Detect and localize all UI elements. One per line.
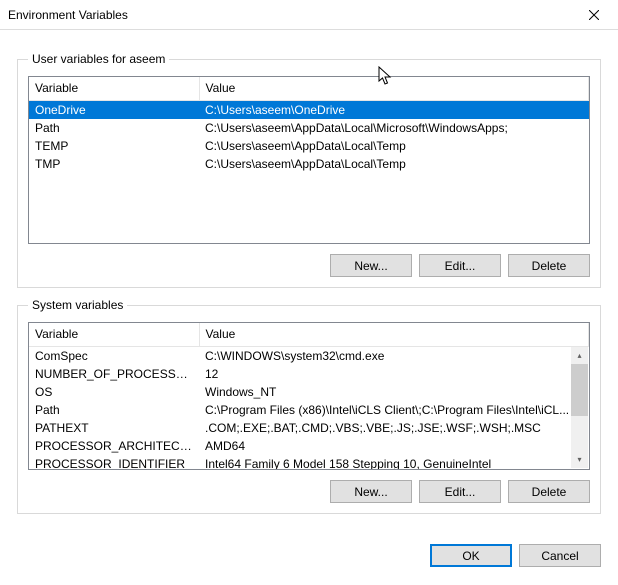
sys-edit-button[interactable]: Edit...: [419, 480, 501, 503]
cell-value: C:\Users\aseem\AppData\Local\Microsoft\W…: [199, 119, 589, 137]
cell-value: .COM;.EXE;.BAT;.CMD;.VBS;.VBE;.JS;.JSE;.…: [199, 419, 589, 437]
cell-value: Windows_NT: [199, 383, 589, 401]
table-row[interactable]: PathC:\Users\aseem\AppData\Local\Microso…: [29, 119, 589, 137]
user-variables-group: User variables for aseem Variable Value …: [17, 52, 601, 288]
sys-new-button[interactable]: New...: [330, 480, 412, 503]
table-row[interactable]: PathC:\Program Files (x86)\Intel\iCLS Cl…: [29, 401, 589, 419]
system-variables-group: System variables Variable Value ComSpecC…: [17, 298, 601, 514]
table-row[interactable]: PROCESSOR_IDENTIFIERIntel64 Family 6 Mod…: [29, 455, 589, 471]
cell-variable: NUMBER_OF_PROCESSORS: [29, 365, 199, 383]
sys-col-variable[interactable]: Variable: [29, 323, 199, 346]
dialog-content: User variables for aseem Variable Value …: [0, 30, 618, 534]
cell-value: C:\Program Files (x86)\Intel\iCLS Client…: [199, 401, 589, 419]
cell-variable: TMP: [29, 155, 199, 173]
table-row[interactable]: ComSpecC:\WINDOWS\system32\cmd.exe: [29, 346, 589, 365]
user-variables-table[interactable]: Variable Value OneDriveC:\Users\aseem\On…: [28, 76, 590, 244]
sys-button-row: New... Edit... Delete: [28, 480, 590, 503]
user-edit-button[interactable]: Edit...: [419, 254, 501, 277]
cell-value: C:\Users\aseem\AppData\Local\Temp: [199, 155, 589, 173]
cell-value: C:\Users\aseem\AppData\Local\Temp: [199, 137, 589, 155]
user-button-row: New... Edit... Delete: [28, 254, 590, 277]
table-row[interactable]: TEMPC:\Users\aseem\AppData\Local\Temp: [29, 137, 589, 155]
scroll-up-icon[interactable]: ▴: [571, 347, 588, 364]
close-button[interactable]: [571, 1, 616, 29]
user-delete-button[interactable]: Delete: [508, 254, 590, 277]
table-row[interactable]: PATHEXT.COM;.EXE;.BAT;.CMD;.VBS;.VBE;.JS…: [29, 419, 589, 437]
cell-variable: OneDrive: [29, 100, 199, 119]
user-col-variable[interactable]: Variable: [29, 77, 199, 100]
system-variables-table[interactable]: Variable Value ComSpecC:\WINDOWS\system3…: [28, 322, 590, 470]
cancel-button[interactable]: Cancel: [519, 544, 601, 567]
cell-variable: ComSpec: [29, 346, 199, 365]
cell-variable: OS: [29, 383, 199, 401]
dialog-footer: OK Cancel: [0, 538, 618, 567]
table-row[interactable]: OneDriveC:\Users\aseem\OneDrive: [29, 100, 589, 119]
scroll-down-icon[interactable]: ▾: [571, 451, 588, 468]
cell-value: 12: [199, 365, 589, 383]
ok-button[interactable]: OK: [430, 544, 512, 567]
cell-variable: Path: [29, 119, 199, 137]
table-row[interactable]: NUMBER_OF_PROCESSORS12: [29, 365, 589, 383]
cell-value: C:\WINDOWS\system32\cmd.exe: [199, 346, 589, 365]
system-variables-legend: System variables: [28, 298, 127, 312]
table-row[interactable]: TMPC:\Users\aseem\AppData\Local\Temp: [29, 155, 589, 173]
cell-value: C:\Users\aseem\OneDrive: [199, 100, 589, 119]
close-icon: [589, 10, 599, 20]
table-row[interactable]: OSWindows_NT: [29, 383, 589, 401]
cell-variable: TEMP: [29, 137, 199, 155]
user-col-value[interactable]: Value: [199, 77, 589, 100]
sys-col-value[interactable]: Value: [199, 323, 589, 346]
window-title: Environment Variables: [8, 8, 571, 22]
titlebar: Environment Variables: [0, 0, 618, 30]
cell-variable: PROCESSOR_IDENTIFIER: [29, 455, 199, 471]
sys-scrollbar[interactable]: ▴ ▾: [571, 347, 588, 468]
user-new-button[interactable]: New...: [330, 254, 412, 277]
sys-delete-button[interactable]: Delete: [508, 480, 590, 503]
table-row[interactable]: PROCESSOR_ARCHITECTUREAMD64: [29, 437, 589, 455]
cell-variable: PROCESSOR_ARCHITECTURE: [29, 437, 199, 455]
scroll-thumb[interactable]: [571, 364, 588, 416]
cell-variable: PATHEXT: [29, 419, 199, 437]
cell-value: Intel64 Family 6 Model 158 Stepping 10, …: [199, 455, 589, 471]
scroll-track[interactable]: [571, 364, 588, 451]
cell-value: AMD64: [199, 437, 589, 455]
cell-variable: Path: [29, 401, 199, 419]
user-variables-legend: User variables for aseem: [28, 52, 169, 66]
